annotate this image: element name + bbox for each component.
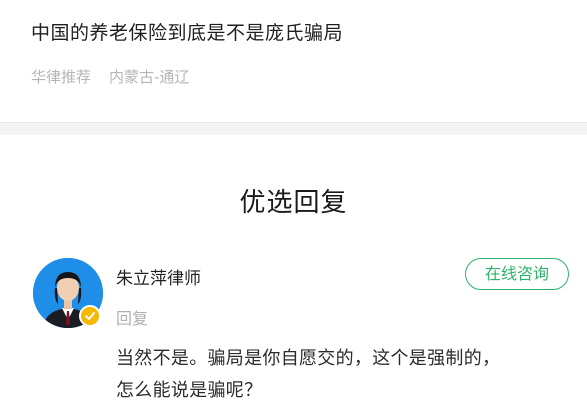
answer-text: 当然不是。骗局是你自愿交的，这个是强制的， 怎么能说是骗呢？: [116, 343, 576, 407]
question-title[interactable]: 中国的养老保险到底是不是庞氏骗局: [31, 18, 343, 45]
answer-line-2: 怎么能说是骗呢？: [116, 380, 263, 401]
verified-badge-icon: [79, 305, 101, 327]
answer-line-1: 当然不是。骗局是你自愿交的，这个是强制的，: [116, 348, 501, 369]
section-divider: [0, 122, 587, 135]
location-label: 内蒙古-通辽: [109, 68, 190, 86]
reply-label: 回复: [116, 309, 149, 328]
source-label: 华律推荐: [31, 68, 92, 86]
question-meta: 华律推荐 内蒙古-通辽: [31, 66, 189, 87]
lawyer-name[interactable]: 朱立萍律师: [116, 264, 201, 289]
section-title: 优选回复: [239, 188, 348, 218]
online-consult-button[interactable]: 在线咨询: [465, 258, 569, 290]
